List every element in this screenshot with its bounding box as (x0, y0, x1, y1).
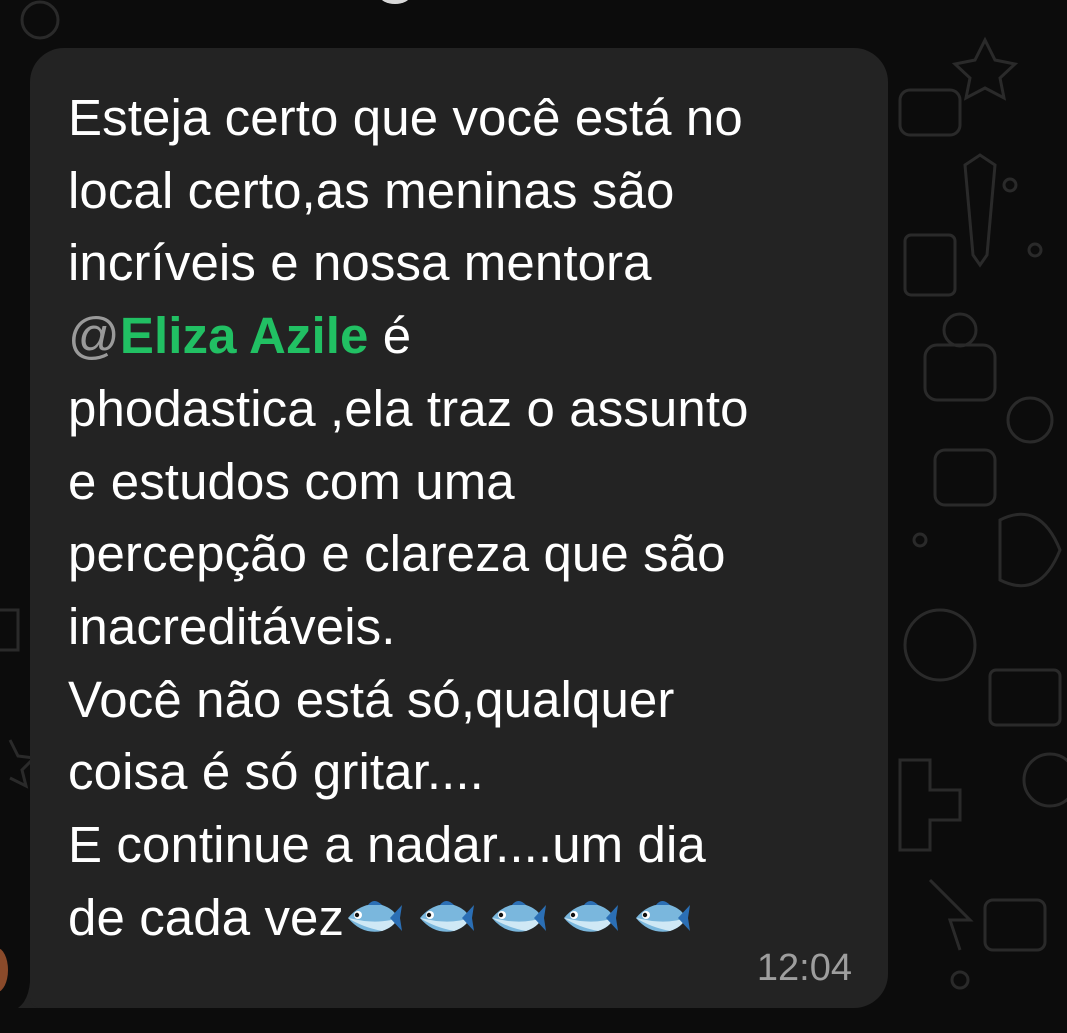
mention-at-symbol: @ (68, 307, 120, 365)
message-bubble[interactable]: Esteja certo que você está no local cert… (30, 48, 888, 1008)
fish-emoji (564, 900, 619, 932)
message-timestamp: 12:04 (756, 947, 852, 989)
fish-emoji (492, 900, 547, 932)
message-text-part-1: Esteja certo que você está no local cert… (68, 89, 743, 292)
message-text-part-2: é phodastica ,ela traz o assunto e estud… (68, 307, 749, 946)
fish-emoji-row (344, 889, 704, 946)
chat-background: Esteja certo que você está no local cert… (0, 0, 1067, 1033)
mention-link[interactable]: @Eliza Azile (68, 307, 369, 364)
fish-emoji (420, 900, 475, 932)
mention-name: Eliza Azile (119, 307, 369, 365)
message-text: Esteja certo que você está no local cert… (68, 82, 852, 954)
fish-emoji (636, 900, 691, 932)
fish-emoji (348, 900, 403, 932)
